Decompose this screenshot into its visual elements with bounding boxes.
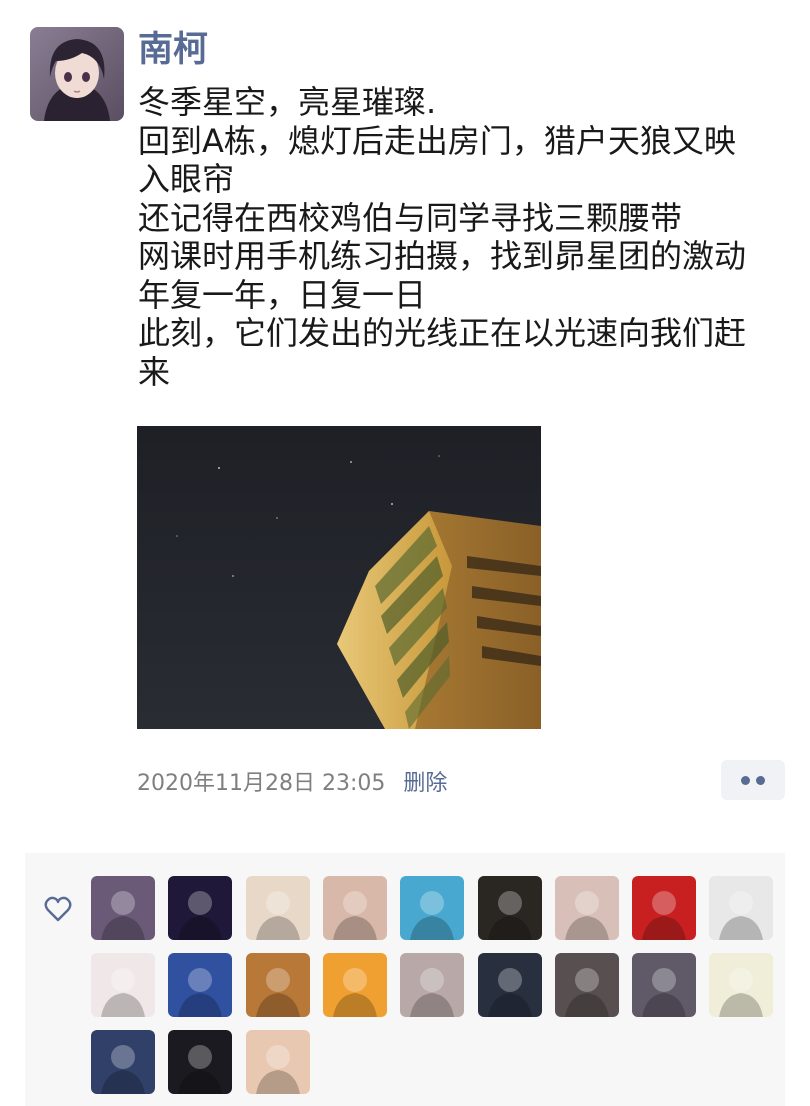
liker-avatar[interactable] [477, 876, 542, 940]
liker-avatar[interactable] [245, 1030, 310, 1094]
author-name[interactable]: 南柯 [138, 26, 208, 74]
night-sky-building-photo-icon [137, 426, 541, 729]
liker-avatar[interactable] [245, 876, 310, 940]
liker-avatar[interactable] [400, 876, 465, 940]
anime-short-hair-avatar-icon [91, 1030, 155, 1094]
post-text-line: 网课时用手机练习拍摄，找到昴星团的激动 [138, 237, 747, 275]
liker-avatar[interactable] [91, 876, 155, 940]
post-text-line: 年复一年，日复一日 [138, 275, 427, 314]
soccer-player-avatar-icon [91, 953, 155, 1017]
liker-avatar[interactable] [322, 953, 387, 1017]
lion-cartoon-avatar-icon [322, 953, 387, 1017]
liker-avatar[interactable] [91, 1030, 155, 1094]
anime-girl-avatar-icon [30, 27, 124, 121]
girl-cat-avatar-icon [400, 953, 465, 1017]
dark-helmet-avatar-icon [168, 1030, 233, 1094]
liker-avatar[interactable] [168, 953, 233, 1017]
liker-avatar[interactable] [322, 876, 387, 940]
post-text-line: 还记得在西校鸡伯与同学寻找三颗腰带 [138, 198, 683, 237]
anime-boy-avatar-icon [632, 953, 697, 1017]
post-meta: 2020年11月28日 23:05 删除 [137, 768, 447, 800]
post-text-line: 回到A栋，熄灯后走出房门，猎户天狼又映 [138, 121, 736, 160]
post-text-line: 来 [138, 352, 171, 391]
cartoon-green-avatar-icon [322, 876, 387, 940]
dark-portrait-avatar-icon [477, 876, 542, 940]
anime-boy-hand-avatar-icon [245, 1030, 310, 1094]
liker-avatar[interactable] [477, 953, 542, 1017]
liker-avatar[interactable] [91, 953, 155, 1017]
heart-outline-icon [44, 896, 72, 922]
post-text-line: 冬季星空，亮星璀璨. [138, 83, 437, 121]
manga-sketch-avatar-icon [709, 876, 774, 940]
blue-eye-avatar-icon [400, 876, 465, 940]
soccer-team-avatar-icon [168, 953, 233, 1017]
post-timestamp: 2020年11月28日 23:05 [137, 771, 386, 796]
author-avatar[interactable] [30, 27, 124, 121]
dog-avatar-icon [245, 953, 310, 1017]
liker-avatar[interactable] [632, 953, 697, 1017]
anime-sketch-avatar-icon [245, 876, 310, 940]
liker-avatar[interactable] [168, 876, 233, 940]
post-text-line: 入眼帘 [138, 160, 235, 198]
post-text-line: 此刻，它们发出的光线正在以光速向我们赶 [138, 314, 747, 352]
moments-post: 南柯 冬季星空，亮星璀璨. 回到A栋，熄灯后走出房门，猎户天狼又映 入眼帘 还记… [0, 0, 810, 1106]
post-text: 冬季星空，亮星璀璨. 回到A栋，熄灯后走出房门，猎户天狼又映 入眼帘 还记得在西… [138, 83, 793, 391]
anime-girl-avatar-icon [91, 876, 155, 940]
liker-avatar[interactable] [554, 953, 619, 1017]
liker-avatar[interactable] [632, 876, 697, 940]
avicii-logo-avatar-icon [709, 953, 774, 1017]
liker-avatar[interactable] [554, 876, 619, 940]
footballer-avatar-icon [554, 953, 619, 1017]
liker-avatar[interactable] [709, 876, 774, 940]
teal-heart-avatar-icon [554, 876, 619, 940]
delete-link[interactable]: 删除 [403, 771, 447, 796]
liker-avatar[interactable] [400, 953, 465, 1017]
liker-avatar[interactable] [168, 1030, 233, 1094]
more-dots-icon [741, 776, 750, 785]
post-photo[interactable] [137, 426, 541, 729]
more-actions-button[interactable] [721, 760, 785, 800]
liker-avatar[interactable] [245, 953, 310, 1017]
more-dots-icon [756, 776, 765, 785]
liker-avatar[interactable] [709, 953, 774, 1017]
red-orb-avatar-icon [632, 876, 697, 940]
likes-panel [25, 853, 785, 1106]
young-man-avatar-icon [477, 953, 542, 1017]
night-city-avatar-icon [168, 876, 233, 940]
